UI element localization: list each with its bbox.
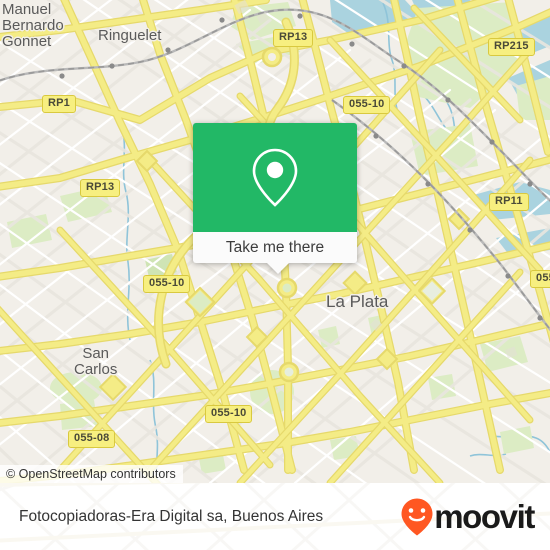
place-label-line: Gonnet xyxy=(2,33,52,50)
road-shield-055-10-center: 055-10 xyxy=(143,275,191,293)
place-label-line: Bernardo xyxy=(2,17,64,34)
road-shield-rp215: RP215 xyxy=(488,38,535,56)
road-shield-055-10-north: 055-10 xyxy=(343,96,391,114)
road-shield-rp13-west: RP13 xyxy=(80,179,121,197)
road-shield-rp1: RP1 xyxy=(42,95,76,113)
popup-tail xyxy=(267,263,289,274)
road-shield-rp11: RP11 xyxy=(489,193,529,211)
map-canvas[interactable]: .rd { stroke:#f4ec86; stroke-linecap:rou… xyxy=(0,0,550,483)
moovit-smiling-pin-icon xyxy=(401,498,433,535)
place-label-line: San xyxy=(82,345,110,362)
road-shield-055-east: 055- xyxy=(530,270,550,288)
map-attribution[interactable]: © OpenStreetMap contributors xyxy=(0,465,183,483)
moovit-logo[interactable]: moovit xyxy=(398,497,535,537)
moovit-map-page: .rd { stroke:#f4ec86; stroke-linecap:rou… xyxy=(0,0,550,550)
place-label-manuel-bernardo-gonnet: Manuel Bernardo Gonnet xyxy=(2,2,64,50)
moovit-wordmark: moovit xyxy=(434,497,535,535)
place-label-line: Manuel xyxy=(2,1,52,18)
place-label-ringuelet: Ringuelet xyxy=(98,27,162,44)
place-label-san-carlos: San Carlos xyxy=(74,346,117,378)
place-label-la-plata: La Plata xyxy=(326,292,389,311)
road-shield-rp13-north: RP13 xyxy=(273,29,314,47)
road-shield-055-08: 055-08 xyxy=(68,430,116,448)
place-label-line: Carlos xyxy=(74,361,118,378)
take-me-there-button[interactable]: Take me there xyxy=(193,232,357,274)
page-title: Fotocopiadoras-Era Digital sa, Buenos Ai… xyxy=(19,507,324,525)
footer-bar: Fotocopiadoras-Era Digital sa, Buenos Ai… xyxy=(0,483,550,550)
popup-pin-area xyxy=(193,123,357,232)
road-shield-055-10-south: 055-10 xyxy=(205,405,253,423)
map-pin-icon xyxy=(252,148,298,207)
attribution-text: © OpenStreetMap contributors xyxy=(6,467,176,481)
take-me-there-label: Take me there xyxy=(225,238,325,256)
destination-popup[interactable]: Take me there xyxy=(193,123,357,274)
